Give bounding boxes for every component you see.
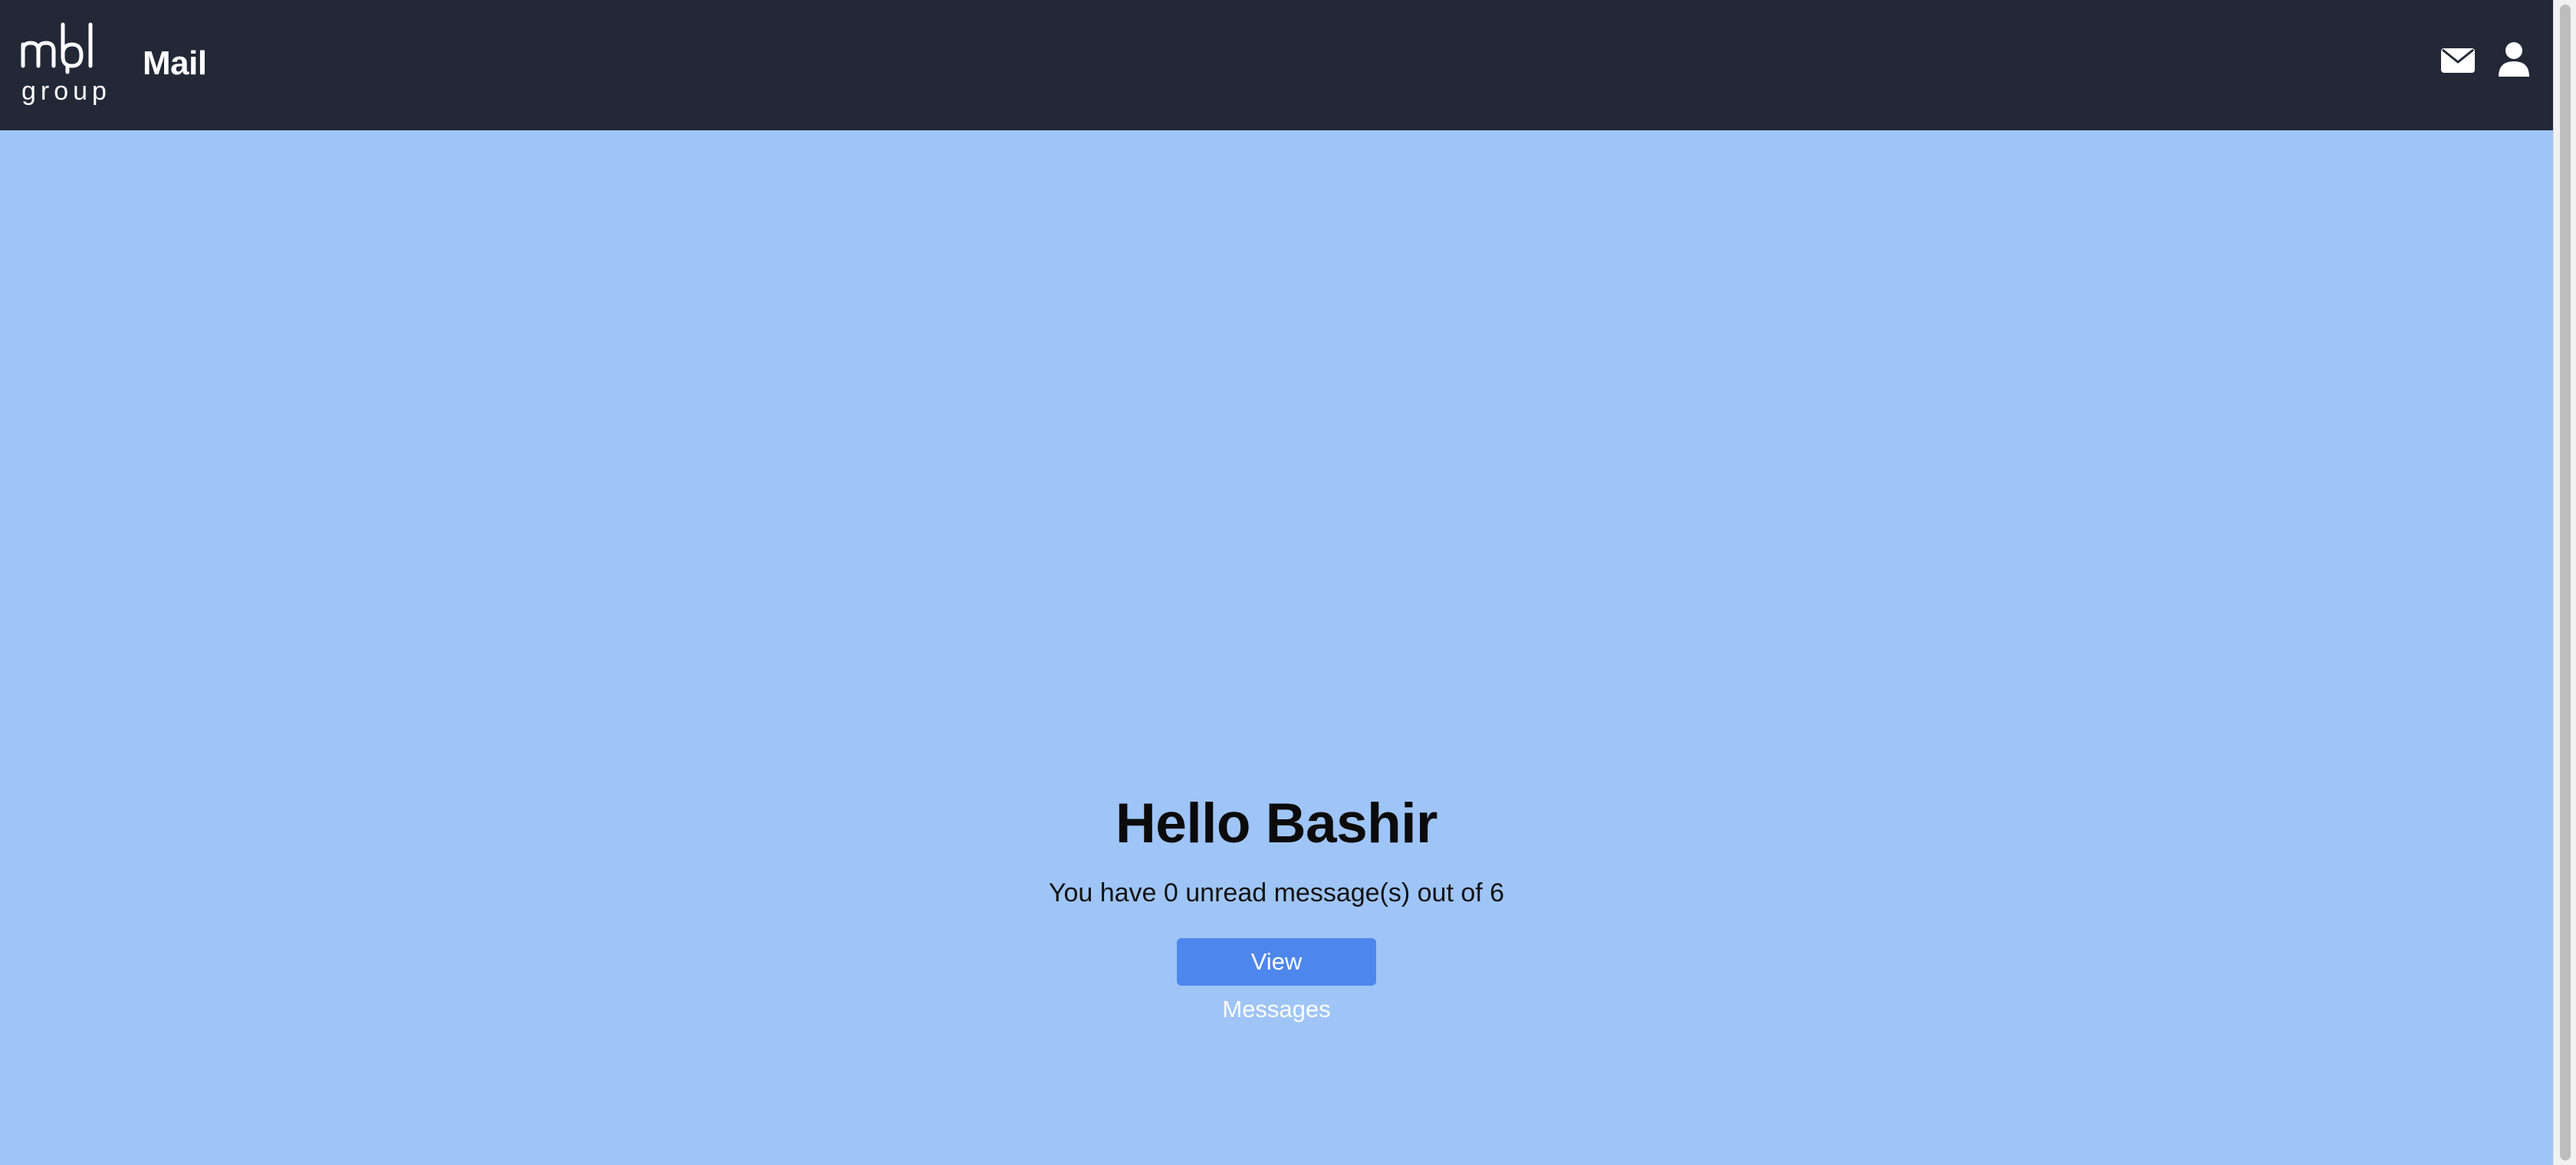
welcome-panel: Hello Bashir You have 0 unread message(s… <box>0 789 2553 1022</box>
envelope-icon[interactable] <box>2440 38 2476 83</box>
user-icon[interactable] <box>2496 38 2532 83</box>
vertical-scrollbar[interactable] <box>2553 0 2576 1165</box>
svg-text:group: group <box>21 77 110 106</box>
top-navbar: group Mail <box>0 0 2553 130</box>
unread-summary: You have 0 unread message(s) out of 6 <box>1048 878 1505 907</box>
greeting-heading: Hello Bashir <box>1116 793 1438 855</box>
view-messages-button[interactable]: View Messages <box>1177 938 1376 1022</box>
scrollbar-thumb[interactable] <box>2560 5 2571 1160</box>
main-content: Hello Bashir You have 0 unread message(s… <box>0 130 2553 1165</box>
mbl-group-logo[interactable]: group <box>20 21 110 106</box>
app-title: Mail <box>143 44 207 82</box>
